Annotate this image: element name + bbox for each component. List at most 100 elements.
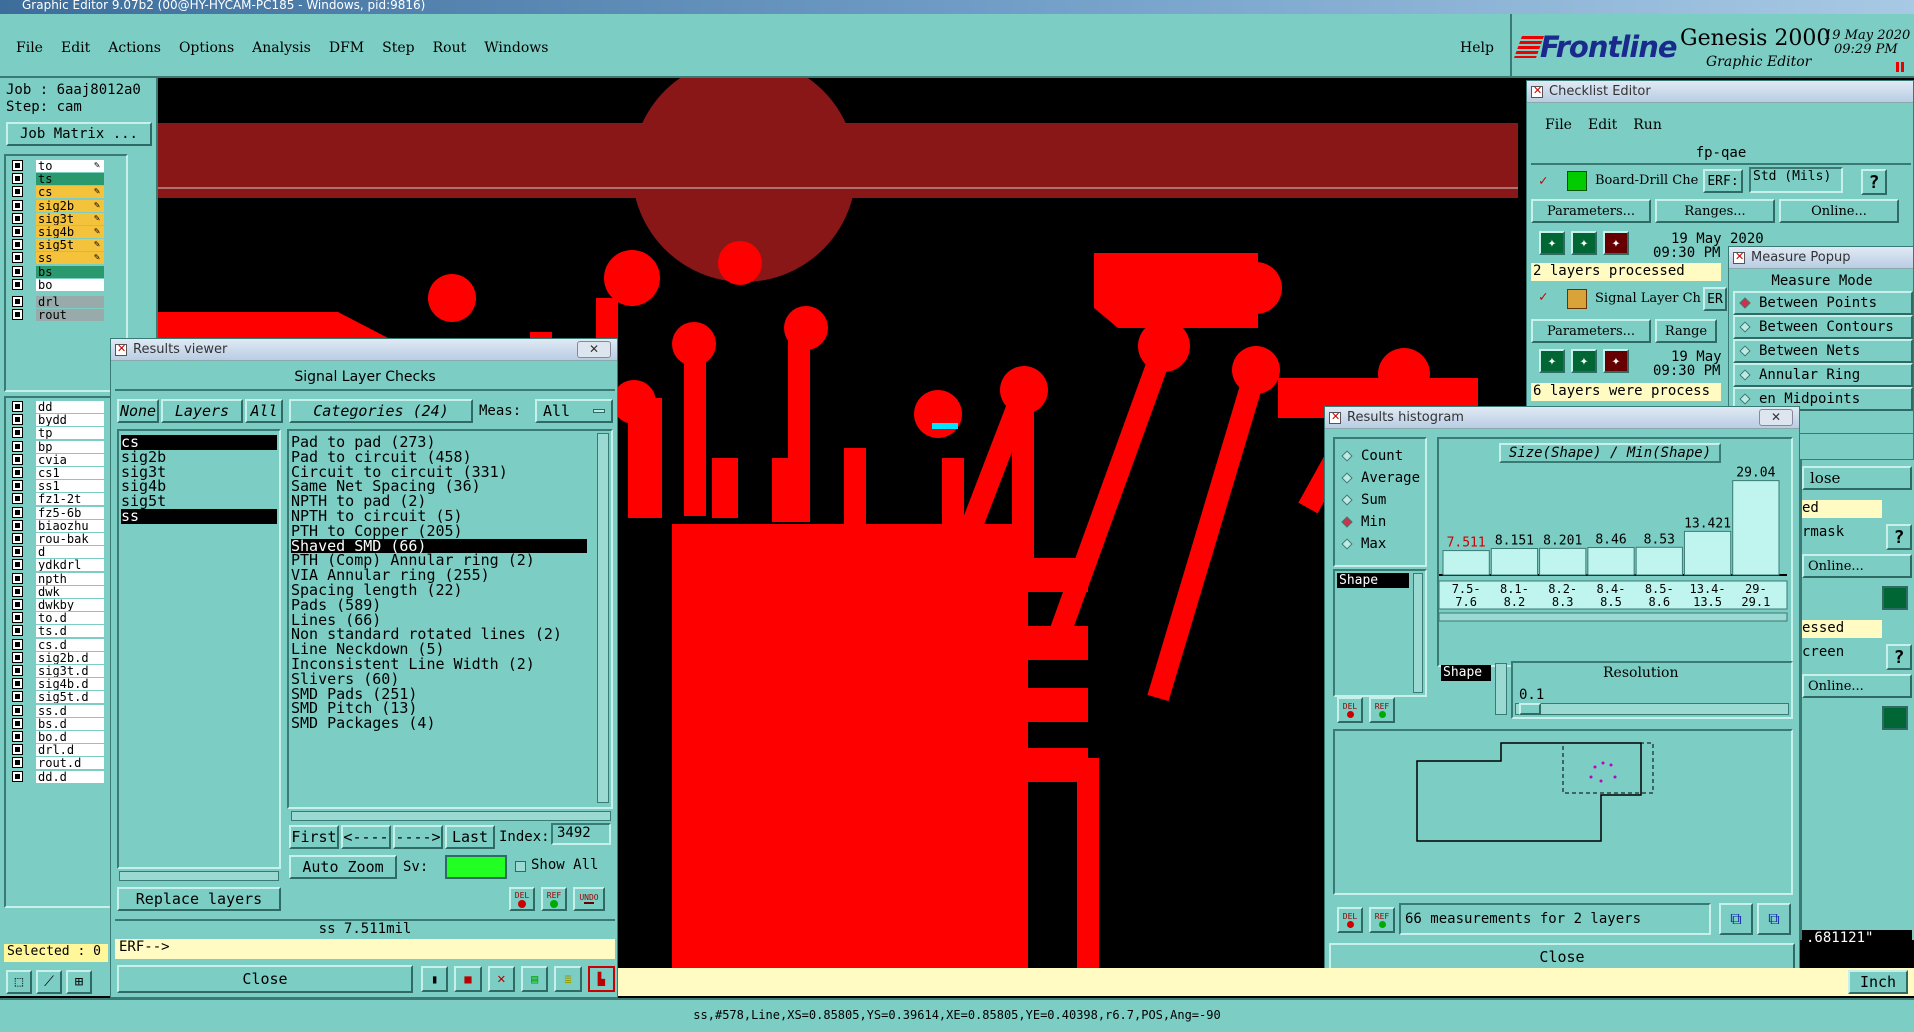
stat-option-average[interactable]: Average [1339, 467, 1421, 489]
checklist-menu-file[interactable]: File [1545, 117, 1572, 133]
layer-row-dwk[interactable]: dwk [10, 585, 126, 598]
layer-checkbox[interactable] [12, 173, 23, 185]
layer-row-dwkby[interactable]: dwkby [10, 599, 126, 611]
layer-row-ts[interactable]: ts [10, 173, 126, 186]
histogram-bar[interactable] [1635, 546, 1683, 576]
del-button[interactable]: DEL [509, 887, 535, 911]
category-scrollbar[interactable] [597, 433, 609, 803]
rv-layer-item[interactable]: ss [121, 509, 277, 524]
layer-checkbox[interactable] [12, 665, 23, 676]
sv-color-picker[interactable] [445, 855, 507, 879]
measure-option[interactable]: Between Contours [1733, 315, 1913, 339]
histogram-bar[interactable] [1587, 547, 1635, 576]
resolution-slider-thumb[interactable] [1519, 703, 1541, 715]
layer-row-sig2b.d[interactable]: sig2b.d [10, 651, 126, 664]
layer-row-sig3t[interactable]: sig3t ✎ [10, 212, 126, 225]
partial-help-1[interactable]: ? [1886, 524, 1912, 550]
layers-button[interactable]: Layers [161, 399, 243, 423]
layer-row-sig5t[interactable]: sig5t ✎ [10, 239, 126, 252]
mode-selected[interactable]: Shape [1337, 573, 1409, 588]
last-button[interactable]: Last [445, 825, 495, 849]
layer-hscroll[interactable] [119, 871, 279, 881]
category-hscroll[interactable] [291, 811, 611, 821]
checklist-menu-run[interactable]: Run [1633, 117, 1662, 133]
edit-icon[interactable]: ✎ [94, 213, 100, 225]
close-window-icon[interactable]: ✕ [1759, 409, 1793, 426]
layer-checkbox[interactable] [12, 744, 23, 756]
layer-row-dd.d[interactable]: dd.d [10, 770, 126, 783]
layer-checkbox[interactable] [12, 757, 23, 769]
histogram-chart[interactable]: 7.511 7.5-7.6 8.151 8.1-8.2 8.201 8.2-8.3 8.46… [1439, 463, 1791, 663]
layer-checkbox[interactable] [12, 599, 23, 610]
print-icon[interactable]: ⧉ [1757, 903, 1791, 935]
layer-checkbox[interactable] [12, 467, 23, 478]
stat-option-min[interactable]: Min [1339, 511, 1421, 533]
run-icon[interactable]: ✦ [1539, 231, 1565, 255]
grid-tool-icon[interactable]: ⊞ [66, 970, 92, 994]
menu-item-file[interactable]: File [16, 40, 43, 56]
layer-checkbox[interactable] [12, 519, 23, 531]
layer-row-to.d[interactable]: to.d [10, 612, 126, 625]
layer-row-to[interactable]: to ✎ [10, 160, 126, 172]
rv-close-button[interactable]: Close [117, 965, 413, 993]
radio-icon[interactable] [1341, 538, 1353, 550]
category-item[interactable]: SMD Packages (4) [291, 716, 587, 731]
run-icon[interactable]: ✦ [1603, 231, 1629, 255]
layer-checkbox[interactable] [12, 559, 23, 571]
pause-icon[interactable] [1896, 62, 1904, 72]
layer-row-ss1[interactable]: ss1 [10, 480, 126, 493]
rv-layer-item[interactable]: sig5t [121, 494, 277, 509]
edit-icon[interactable]: ✎ [94, 252, 100, 264]
layer-row-sig5t.d[interactable]: sig5t.d [10, 691, 126, 704]
check2-checkbox[interactable]: ✓ [1539, 289, 1547, 305]
layer-row-bo[interactable]: bo [10, 278, 126, 291]
run-icon[interactable]: ✦ [1539, 349, 1565, 373]
layer-row-bo.d[interactable]: bo.d [10, 731, 126, 743]
menu-item-actions[interactable]: Actions [108, 40, 161, 56]
ref-button[interactable]: REF [541, 887, 567, 911]
layer-checkbox[interactable] [12, 625, 23, 637]
layer-row-cvia[interactable]: cvia [10, 453, 126, 466]
run-icon[interactable]: ✦ [1571, 231, 1597, 255]
measure-tool-icon[interactable]: ⟋ [36, 970, 62, 994]
show-all-checkbox[interactable] [515, 861, 526, 872]
layer-checkbox[interactable] [12, 651, 23, 663]
run-icon[interactable]: ✦ [1571, 349, 1597, 373]
menu-item-windows[interactable]: Windows [484, 40, 548, 56]
checklist-close-button[interactable]: lose [1802, 466, 1912, 490]
stat-option-max[interactable]: Max [1339, 533, 1421, 555]
results-viewer-titlebar[interactable]: Results viewer ✕ [111, 339, 617, 361]
layer-checkbox[interactable] [12, 533, 23, 544]
layer-row-ts.d[interactable]: ts.d [10, 625, 126, 638]
layer-row-fz5-6b[interactable]: fz5-6b [10, 506, 126, 519]
layer-row-bp[interactable]: bp [10, 440, 126, 453]
layer-checkbox[interactable] [12, 295, 23, 307]
index-input[interactable]: 3492 [551, 823, 611, 845]
partial-zoom-icon-2[interactable] [1882, 706, 1908, 730]
measure-option[interactable]: Between Nets [1733, 339, 1913, 363]
menu-item-options[interactable]: Options [179, 40, 234, 56]
layer-row-fz1-2t[interactable]: fz1-2t [10, 493, 126, 506]
layer-checkbox[interactable] [12, 572, 23, 584]
cross-icon[interactable]: ✕ [487, 966, 515, 992]
radio-icon[interactable] [1739, 393, 1751, 405]
radio-icon[interactable] [1739, 345, 1751, 357]
layer-checkbox[interactable] [12, 239, 23, 251]
all-button[interactable]: All [245, 399, 283, 423]
layer-checkbox[interactable] [12, 717, 23, 729]
measure-option[interactable]: Annular Ring [1733, 363, 1913, 387]
check1-checkbox[interactable]: ✓ [1539, 173, 1547, 189]
layer-row-d[interactable]: d [10, 546, 126, 559]
layer-checkbox[interactable] [12, 480, 23, 492]
hist-del-button[interactable]: DEL [1337, 697, 1363, 723]
layer-row-dd[interactable]: dd [10, 401, 126, 413]
layer-checkbox[interactable] [12, 309, 23, 321]
layer-checkbox[interactable] [12, 546, 23, 558]
layer-row-rou-bak[interactable]: rou-bak [10, 533, 126, 545]
replace-layers-dropdown[interactable]: Replace layers [117, 887, 281, 911]
categories-button[interactable]: Categories (24) [289, 399, 473, 423]
stop-icon[interactable]: ■ [454, 966, 482, 992]
measure-titlebar[interactable]: Measure Popup [1729, 247, 1913, 269]
layer-checkbox[interactable] [12, 440, 23, 452]
layer-checkbox[interactable] [12, 453, 23, 465]
